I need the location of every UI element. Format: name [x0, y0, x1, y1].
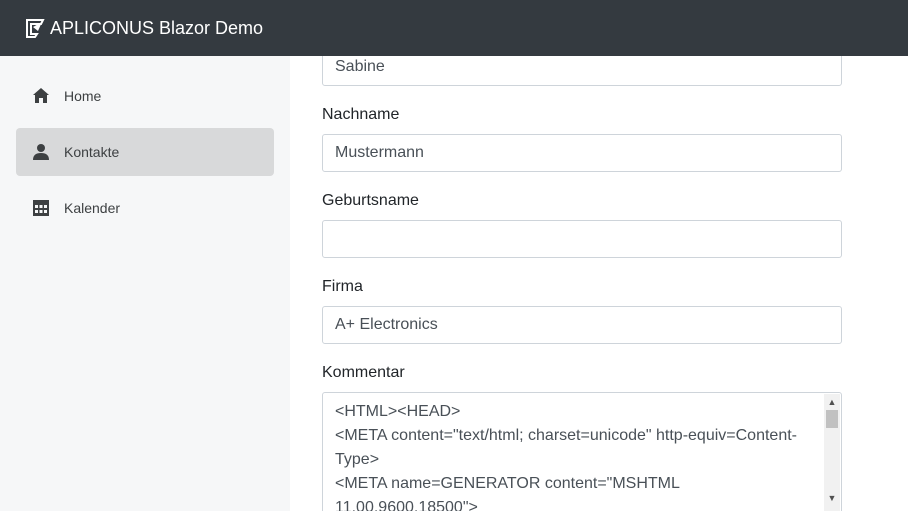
brand-logo-icon — [26, 19, 45, 38]
geburtsname-field[interactable] — [322, 220, 842, 258]
firma-label: Firma — [322, 278, 363, 295]
scroll-up-icon[interactable]: ▲ — [824, 394, 840, 410]
sidebar-item-label: Kontakte — [64, 144, 120, 160]
kommentar-text: <HTML><HEAD> <META content="text/html; c… — [335, 403, 797, 511]
nachname-label: Nachname — [322, 106, 400, 123]
sidebar: Home Kontakte Kalender — [0, 56, 290, 511]
vorname-field[interactable]: Sabine — [322, 56, 842, 86]
sidebar-item-label: Home — [64, 88, 102, 104]
kommentar-label: Kommentar — [322, 364, 405, 381]
calendar-icon — [33, 200, 49, 216]
sidebar-item-kontakte[interactable]: Kontakte — [16, 128, 274, 176]
sidebar-item-home[interactable]: Home — [16, 72, 274, 120]
scroll-down-icon[interactable]: ▼ — [824, 490, 840, 506]
scroll-thumb[interactable] — [826, 410, 838, 428]
textarea-scrollbar[interactable]: ▲ ▼ — [824, 394, 840, 511]
person-icon — [33, 144, 49, 160]
nachname-field[interactable]: Mustermann — [322, 134, 842, 172]
firma-field[interactable]: A+ Electronics — [322, 306, 842, 344]
top-bar: APLICONUS Blazor Demo — [0, 0, 908, 56]
main-content: Sabine Nachname Mustermann Geburtsname F… — [290, 56, 908, 511]
kommentar-textarea[interactable]: <HTML><HEAD> <META content="text/html; c… — [322, 392, 842, 511]
brand-title: APLICONUS Blazor Demo — [50, 17, 264, 38]
brand-link[interactable]: APLICONUS Blazor Demo — [24, 17, 263, 39]
home-icon — [33, 88, 49, 103]
sidebar-item-kalender[interactable]: Kalender — [16, 184, 274, 232]
geburtsname-label: Geburtsname — [322, 192, 419, 209]
sidebar-item-label: Kalender — [64, 200, 121, 216]
